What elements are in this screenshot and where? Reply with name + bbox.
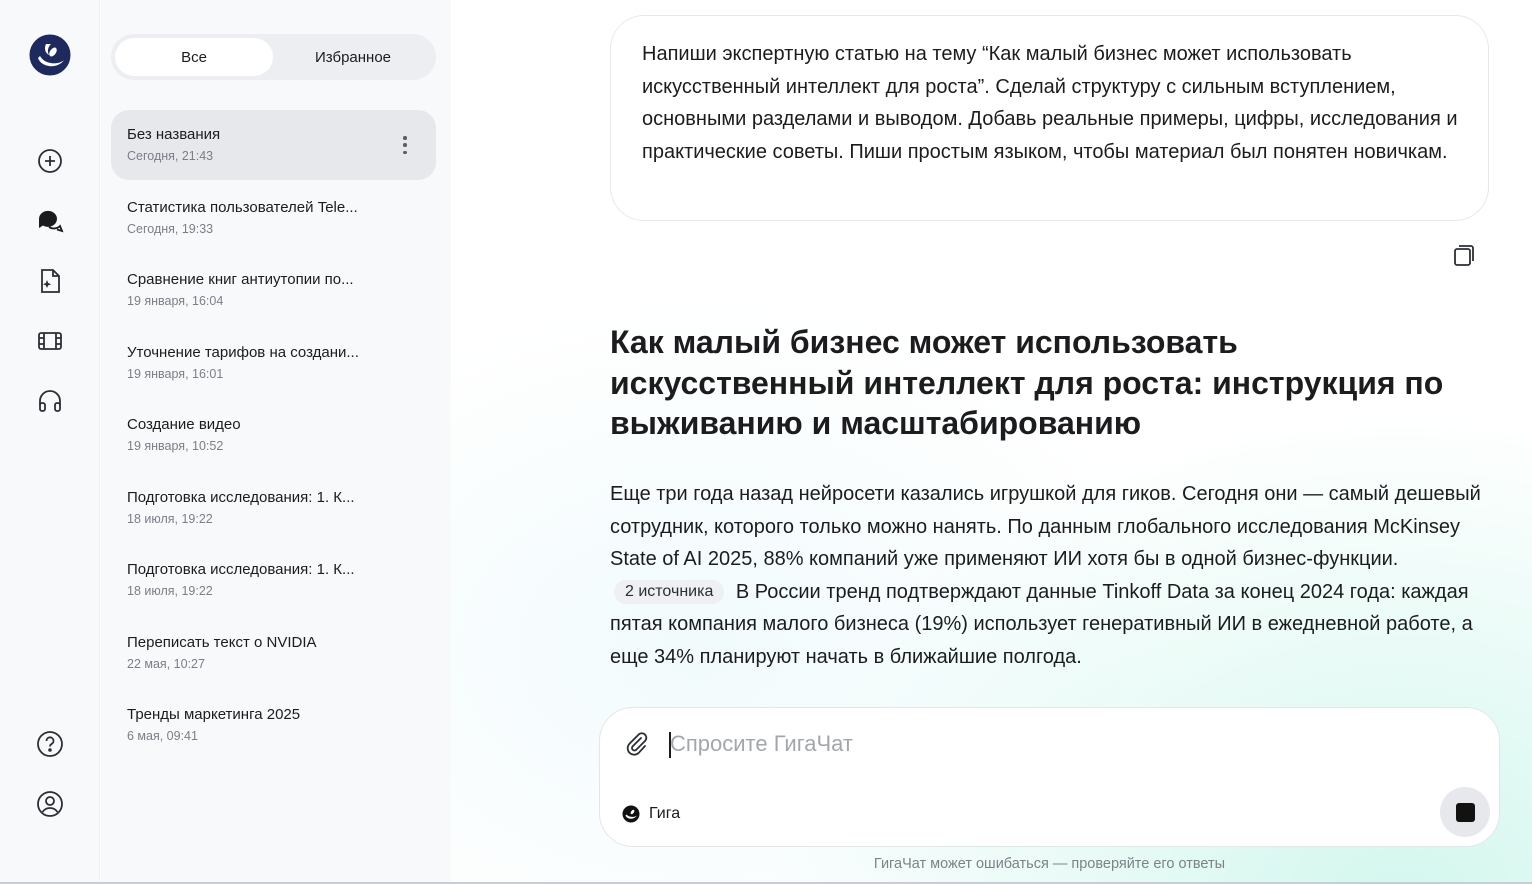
chat-item[interactable]: Создание видео 19 января, 10:52: [111, 400, 436, 470]
answer-paragraph: Еще три года назад нейросети казались иг…: [610, 478, 1490, 673]
help-icon[interactable]: [34, 728, 66, 760]
user-message: Напиши экспертную статью на тему “Как ма…: [610, 15, 1489, 221]
conversation-area: Напиши экспертную статью на тему “Как ма…: [451, 0, 1532, 884]
chats-icon[interactable]: [34, 205, 66, 237]
profile-icon[interactable]: [34, 788, 66, 820]
chat-item-date: Сегодня, 21:43: [127, 149, 214, 163]
chat-item-title: Без названия: [127, 126, 221, 143]
chat-item-title: Создание видео: [127, 416, 241, 433]
chat-item[interactable]: Тренды маркетинга 2025 6 мая, 09:41: [111, 690, 436, 760]
message-input[interactable]: [670, 728, 1430, 760]
left-rail: [0, 0, 100, 884]
tab-all[interactable]: Все: [115, 38, 273, 76]
new-chat-icon[interactable]: [34, 145, 66, 177]
stop-icon: [1455, 802, 1475, 822]
answer-text: В России тренд подтверждают данные Tinko…: [610, 580, 1473, 668]
chat-item[interactable]: Сравнение книг антиутопии по... 19 январ…: [111, 255, 436, 325]
answer-text: Еще три года назад нейросети казались иг…: [610, 483, 1481, 570]
chat-item-title: Подготовка исследования: 1. К...: [127, 489, 355, 506]
chat-item-title: Сравнение книг антиутопии по...: [127, 271, 354, 288]
chat-item-date: 6 мая, 09:41: [127, 729, 198, 743]
chat-item-date: 19 января, 16:01: [127, 367, 224, 381]
giga-model-icon: [622, 805, 640, 823]
chat-item-date: 22 мая, 10:27: [127, 657, 205, 671]
chat-item[interactable]: Подготовка исследования: 1. К... 18 июля…: [111, 545, 436, 615]
chat-item[interactable]: Подготовка исследования: 1. К... 18 июля…: [111, 473, 436, 543]
chat-list-panel: Все Избранное Без названия Сегодня, 21:4…: [101, 0, 451, 884]
chat-item-title: Статистика пользователей Tele...: [127, 199, 358, 216]
answer-title: Как малый бизнес может использовать иску…: [610, 324, 1444, 441]
chat-item-date: 19 января, 16:04: [127, 294, 224, 308]
chat-item-title: Уточнение тарифов на создани...: [127, 344, 359, 361]
chat-item-date: 18 июля, 19:22: [127, 584, 213, 598]
more-options-icon[interactable]: [402, 136, 408, 154]
video-icon[interactable]: [34, 325, 66, 357]
message-composer: Гига: [599, 707, 1500, 847]
chat-item-title: Тренды маркетинга 2025: [127, 706, 301, 723]
chat-item-title: Переписать текст о NVIDIA: [127, 634, 317, 651]
chat-item-title: Подготовка исследования: 1. К...: [127, 561, 355, 578]
attach-icon[interactable]: [622, 729, 650, 757]
disclaimer: ГигаЧат может ошибаться — проверяйте его…: [873, 856, 1226, 872]
chat-item-date: Сегодня, 19:33: [127, 222, 214, 236]
chat-item-date: 18 июля, 19:22: [127, 512, 213, 526]
audio-icon[interactable]: [34, 385, 66, 417]
chat-filter-tabs: Все Избранное: [111, 34, 436, 80]
chat-item[interactable]: Переписать текст о NVIDIA 22 мая, 10:27: [111, 618, 436, 688]
chat-item[interactable]: Уточнение тарифов на создани... 19 январ…: [111, 328, 436, 398]
model-selector[interactable]: Гига: [622, 802, 680, 826]
chat-item[interactable]: Статистика пользователей Tele... Сегодня…: [111, 183, 436, 253]
copy-icon[interactable]: [1451, 241, 1479, 269]
chat-item-date: 19 января, 10:52: [127, 439, 224, 453]
tab-favorites[interactable]: Избранное: [274, 38, 432, 76]
gigachat-logo[interactable]: [29, 34, 71, 76]
stop-generation-button[interactable]: [1440, 787, 1490, 837]
chat-item[interactable]: Без названия Сегодня, 21:43: [111, 110, 436, 180]
model-label: Гига: [649, 805, 681, 822]
files-icon[interactable]: [34, 265, 66, 297]
sources-chip[interactable]: 2 источника: [614, 579, 725, 604]
